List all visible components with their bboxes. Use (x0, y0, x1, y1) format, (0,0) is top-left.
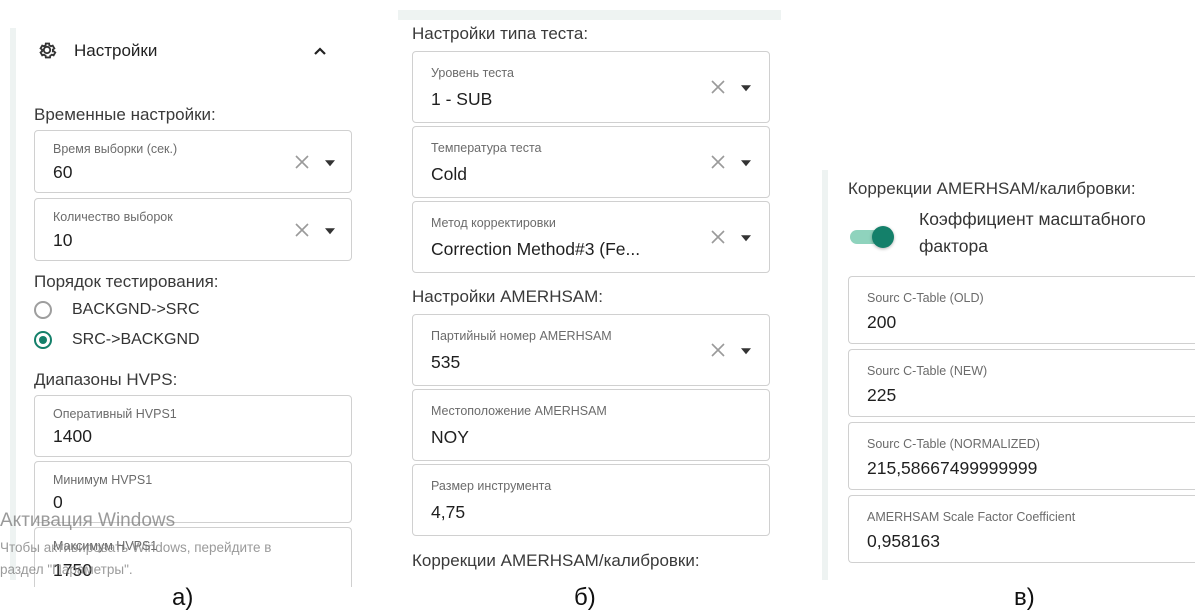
amerhsam-settings-label: Настройки AMERHSAM: (412, 287, 604, 306)
close-icon[interactable] (293, 153, 311, 171)
field-label: Размер инструмента (431, 479, 552, 493)
amerhsam-location-input[interactable]: Местоположение AMERHSAM NOY (412, 389, 770, 461)
field-value: 215,58667499999999 (867, 458, 1038, 478)
test-temperature-select[interactable]: Температура теста Cold (412, 126, 770, 198)
time-settings-label: Временные настройки: (34, 105, 216, 124)
windows-activation-title: Активация Windows (0, 510, 176, 531)
close-icon[interactable] (709, 341, 727, 359)
panel-a: Настройки Временные настройки: Время выб… (10, 28, 365, 587)
chevron-down-icon[interactable] (741, 235, 751, 242)
corrections-label: Коррекции AMERHSAM/калибровки: (848, 179, 1136, 198)
scale-factor-coefficient-input[interactable]: AMERHSAM Scale Factor Coefficient 0,9581… (848, 495, 1195, 563)
field-label: Метод корректировки (431, 216, 556, 230)
corrections-label: Коррекции AMERHSAM/калибровки: (412, 551, 700, 570)
toggle-label-line2: фактора (919, 236, 989, 256)
top-strip (398, 10, 781, 20)
field-label: Количество выборок (53, 210, 173, 224)
field-value: 225 (867, 385, 897, 405)
sample-count-select[interactable]: Количество выборок 10 (34, 198, 352, 261)
field-value: 1 - SUB (431, 89, 493, 109)
sample-time-select[interactable]: Время выборки (сек.) 60 (34, 130, 352, 193)
chevron-up-icon[interactable] (312, 43, 328, 59)
close-icon[interactable] (293, 221, 311, 239)
test-level-select[interactable]: Уровень теста 1 - SUB (412, 51, 770, 123)
close-icon[interactable] (709, 78, 727, 96)
field-label: Уровень теста (431, 66, 514, 80)
field-label: Местоположение AMERHSAM (431, 404, 607, 418)
chevron-down-icon[interactable] (741, 348, 751, 355)
field-value: 10 (53, 230, 73, 250)
panel-b: Настройки типа теста: Уровень теста 1 - … (398, 10, 781, 580)
chevron-down-icon[interactable] (741, 85, 751, 92)
field-value: 4,75 (431, 502, 466, 522)
test-order-label: Порядок тестирования: (34, 272, 219, 291)
left-strip (822, 170, 828, 580)
radio-backgnd-src[interactable]: BACKGND->SRC (34, 301, 200, 319)
radio-button[interactable] (34, 331, 52, 349)
settings-header[interactable]: Настройки (34, 36, 339, 66)
instrument-size-input[interactable]: Размер инструмента 4,75 (412, 464, 770, 536)
field-label: AMERHSAM Scale Factor Coefficient (867, 510, 1076, 524)
radio-label: BACKGND->SRC (72, 301, 200, 318)
caption-a: а) (172, 584, 194, 611)
radio-label: SRC->BACKGND (72, 331, 200, 348)
windows-activation-line1: Чтобы активировать Windows, перейдите в (0, 540, 272, 555)
amerhsam-batch-select[interactable]: Партийный номер AMERHSAM 535 (412, 314, 770, 386)
field-label: Партийный номер AMERHSAM (431, 329, 612, 343)
field-label: Sourc C-Table (OLD) (867, 291, 984, 305)
close-icon[interactable] (709, 153, 727, 171)
field-label: Sourc C-Table (NEW) (867, 364, 988, 378)
toggle-thumb (872, 226, 894, 248)
toggle-label-line1: Коэффициент масштабного (919, 209, 1146, 229)
field-label: Время выборки (сек.) (53, 142, 178, 156)
settings-title: Настройки (74, 41, 158, 60)
field-label: Минимум HVPS1 (53, 473, 153, 487)
scale-factor-toggle[interactable] (850, 226, 894, 248)
gear-icon (39, 42, 57, 59)
radio-src-backgnd[interactable]: SRC->BACKGND (34, 331, 200, 349)
caption-c: в) (1014, 584, 1035, 611)
caption-b: б) (574, 584, 596, 611)
chevron-down-icon[interactable] (741, 160, 751, 167)
field-value: 1400 (53, 426, 92, 446)
correction-method-select[interactable]: Метод корректировки Correction Method#3 … (412, 201, 770, 273)
close-icon[interactable] (709, 228, 727, 246)
windows-activation-line2: раздел "Параметры". (0, 562, 133, 577)
scale-factor-toggle-row[interactable]: Коэффициент масштабного фактора (848, 206, 1195, 262)
field-value: 60 (53, 162, 73, 182)
field-value: NOY (431, 427, 469, 447)
max-hvps1-input[interactable]: Максимум HVPS1 1750 (34, 527, 352, 587)
c-table-new-input[interactable]: Sourc C-Table (NEW) 225 (848, 349, 1195, 417)
radio-button[interactable] (34, 301, 52, 319)
left-strip (10, 28, 16, 580)
c-table-old-input[interactable]: Sourc C-Table (OLD) 200 (848, 276, 1195, 344)
field-value: Cold (431, 164, 467, 184)
field-value: Correction Method#3 (Fe... (431, 239, 641, 259)
field-label: Оперативный HVPS1 (53, 407, 177, 421)
field-value: 0,958163 (867, 531, 940, 551)
hvps-ranges-label: Диапазоны HVPS: (34, 370, 178, 389)
field-label: Температура теста (431, 141, 542, 155)
chevron-down-icon[interactable] (325, 159, 335, 166)
c-table-normalized-input[interactable]: Sourc C-Table (NORMALIZED) 215,586674999… (848, 422, 1195, 490)
panel-c: Коррекции AMERHSAM/калибровки: Коэффицие… (822, 170, 1195, 580)
field-value: 200 (867, 312, 897, 332)
chevron-down-icon[interactable] (325, 227, 335, 234)
field-value: 535 (431, 352, 461, 372)
operative-hvps1-input[interactable]: Оперативный HVPS1 1400 (34, 395, 352, 457)
test-type-settings-label: Настройки типа теста: (412, 24, 589, 43)
field-label: Sourc C-Table (NORMALIZED) (867, 437, 1040, 451)
